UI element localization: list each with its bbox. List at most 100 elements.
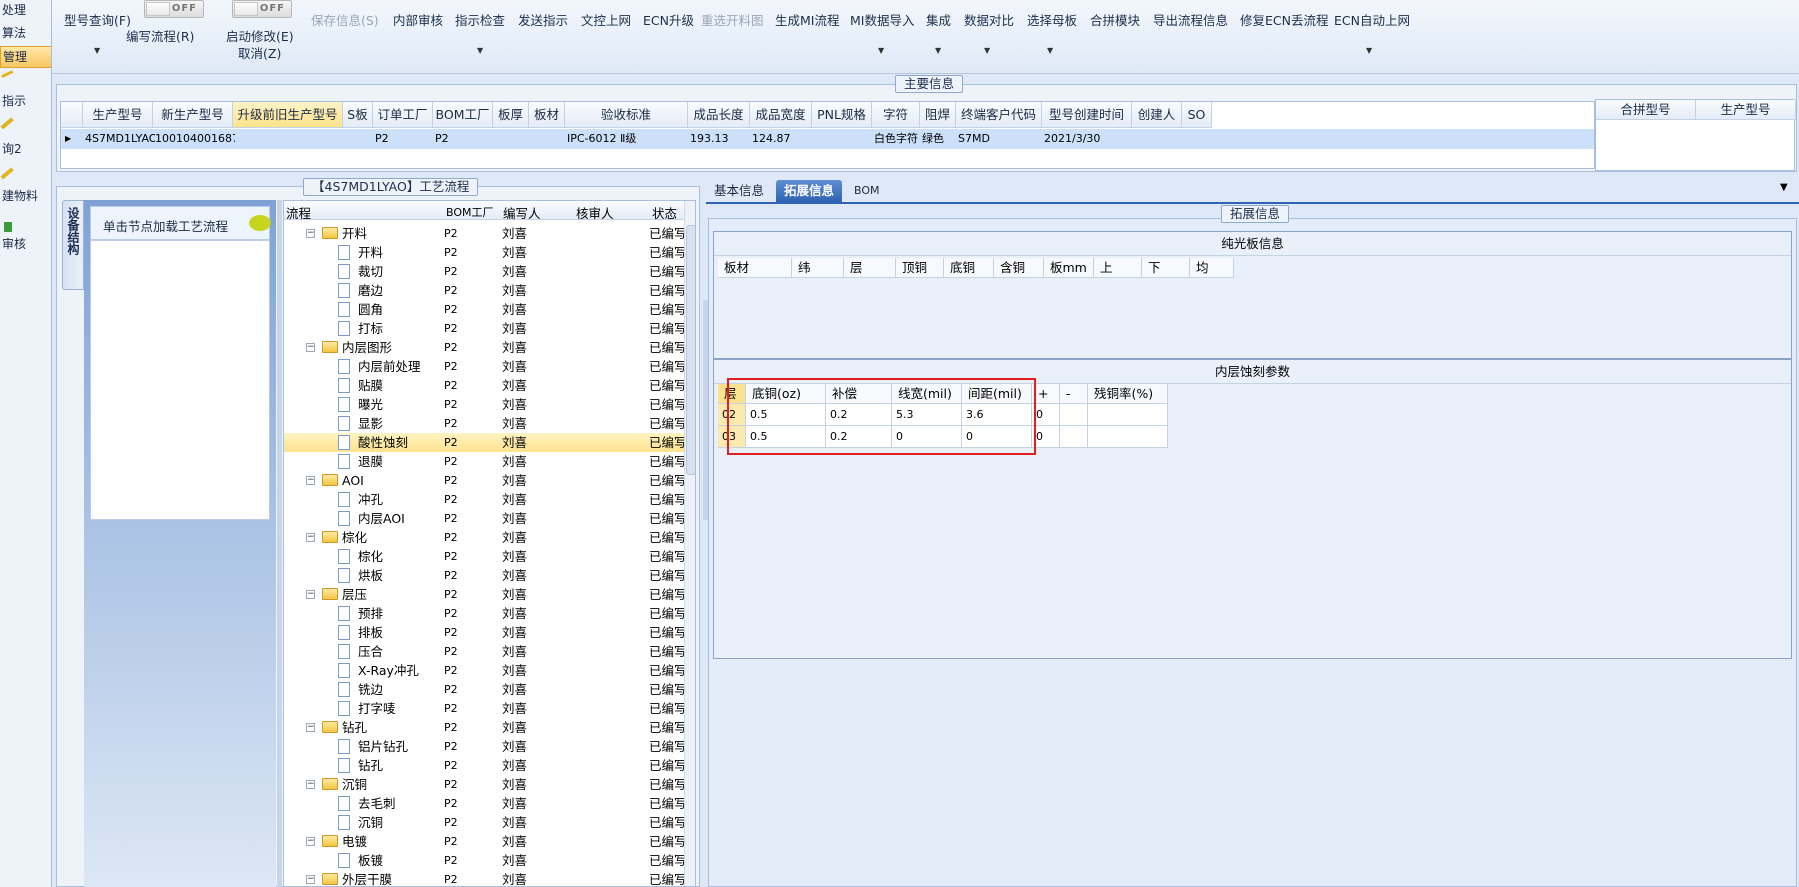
chevron-down-icon[interactable]: ▼ (1366, 46, 1372, 55)
write-flow-toggle[interactable]: OFF (144, 0, 204, 18)
save-info-button[interactable]: 保存信息(S) (311, 10, 379, 29)
tree-scrollbar[interactable] (684, 201, 695, 886)
expander-minus-icon[interactable]: − (306, 780, 315, 789)
chevron-down-icon[interactable]: ▼ (935, 46, 941, 55)
tree-row[interactable]: 板镀 P2 刘喜 已编写 (284, 851, 695, 870)
tree-row[interactable]: 钻孔 P2 刘喜 已编写 (284, 756, 695, 775)
column-header[interactable]: 字符 (872, 102, 920, 128)
tree-row[interactable]: 沉铜 P2 刘喜 已编写 (284, 813, 695, 832)
column-header[interactable]: PNL规格 (812, 102, 872, 128)
light-board-column-header[interactable]: 板材 (718, 258, 792, 278)
column-header[interactable]: 板厚 (493, 102, 529, 128)
tree-row[interactable]: − 外层干膜 P2 刘喜 已编写 (284, 870, 695, 886)
chevron-down-icon[interactable]: ▼ (94, 46, 100, 55)
tree-row[interactable]: 曝光 P2 刘喜 已编写 (284, 395, 695, 414)
etch-cell[interactable]: 02 (718, 404, 746, 426)
tree-row[interactable]: 打标 P2 刘喜 已编写 (284, 319, 695, 338)
tree-row[interactable]: − 开料 P2 刘喜 已编写 (284, 224, 695, 243)
tree-row[interactable]: 铝片钻孔 P2 刘喜 已编写 (284, 737, 695, 756)
column-header[interactable]: 新生产型号 (153, 102, 233, 128)
nav-item-instruction[interactable]: 指示 (2, 92, 26, 109)
column-header[interactable]: SO (1182, 102, 1212, 128)
expander-minus-icon[interactable]: − (306, 723, 315, 732)
column-header[interactable]: 型号创建时间 (1042, 102, 1132, 128)
light-board-column-header[interactable]: 下 (1142, 258, 1190, 278)
tree-row[interactable]: − 电镀 P2 刘喜 已编写 (284, 832, 695, 851)
expander-minus-icon[interactable]: − (306, 875, 315, 884)
expander-minus-icon[interactable]: − (306, 533, 315, 542)
chevron-down-icon[interactable]: ▼ (1047, 46, 1053, 55)
reselect-cut-button[interactable]: 重选开料图 (701, 10, 764, 29)
etch-cell[interactable]: 0.5 (746, 404, 826, 426)
tree-row[interactable]: 棕化 P2 刘喜 已编写 (284, 547, 695, 566)
etch-column-header[interactable]: 底铜(oz) (746, 384, 826, 404)
device-structure-tab[interactable]: 设备结构 (62, 200, 84, 290)
nav-item-review[interactable]: 审核 (2, 235, 26, 252)
light-board-column-header[interactable]: 上 (1094, 258, 1142, 278)
send-instruction-button[interactable]: 发送指示 (518, 10, 568, 29)
expander-minus-icon[interactable]: − (306, 229, 315, 238)
fix-ecn-flow-button[interactable]: 修复ECN丢流程 (1240, 10, 1328, 29)
tree-row[interactable]: − 内层图形 P2 刘喜 已编写 (284, 338, 695, 357)
internal-review-button[interactable]: 内部审核 (393, 10, 443, 29)
chevron-down-icon[interactable]: ▼ (984, 46, 990, 55)
tree-row[interactable]: 内层AOI P2 刘喜 已编写 (284, 509, 695, 528)
tree-row[interactable]: 开料 P2 刘喜 已编写 (284, 243, 695, 262)
tab-extended-info[interactable]: 拓展信息 (776, 180, 843, 202)
ecn-auto-online-button[interactable]: ECN自动上网 (1334, 10, 1410, 29)
tree-row[interactable]: 烘板 P2 刘喜 已编写 (284, 566, 695, 585)
column-header[interactable]: 创建人 (1132, 102, 1182, 128)
light-board-column-header[interactable]: 纬 (792, 258, 844, 278)
column-header[interactable]: 板材 (529, 102, 565, 128)
write-flow-button[interactable]: 编写流程(R) (126, 26, 194, 45)
mi-import-button[interactable]: MI数据导入 (850, 10, 914, 29)
etch-cell[interactable] (1060, 426, 1088, 448)
merge-module-button[interactable]: 合拼模块 (1090, 10, 1140, 29)
etch-cell[interactable]: 0 (1032, 404, 1060, 426)
column-header[interactable]: 订单工厂 (373, 102, 433, 128)
tree-row[interactable]: 裁切 P2 刘喜 已编写 (284, 262, 695, 281)
tree-row[interactable]: 圆角 P2 刘喜 已编写 (284, 300, 695, 319)
expander-minus-icon[interactable]: − (306, 590, 315, 599)
tree-row[interactable]: − 层压 P2 刘喜 已编写 (284, 585, 695, 604)
etch-cell[interactable]: 0 (962, 426, 1032, 448)
column-header[interactable]: BOM工厂 (433, 102, 493, 128)
load-flow-button[interactable]: 单击节点加载工艺流程 (90, 206, 271, 240)
etch-cell[interactable]: 0.2 (826, 404, 892, 426)
column-header[interactable]: 终端客户代码 (956, 102, 1042, 128)
cancel-button[interactable]: 取消(Z) (238, 43, 281, 62)
select-mother-board-button[interactable]: 选择母板 (1027, 10, 1077, 29)
expander-minus-icon[interactable]: − (306, 343, 315, 352)
etch-cell[interactable] (1060, 404, 1088, 426)
etch-cell[interactable] (1088, 404, 1168, 426)
etch-cell[interactable]: 0.2 (826, 426, 892, 448)
doc-online-button[interactable]: 文控上网 (581, 10, 631, 29)
etch-column-header[interactable]: 补偿 (826, 384, 892, 404)
splitter[interactable] (703, 300, 708, 520)
column-header[interactable]: 阻焊 (920, 102, 956, 128)
tree-row[interactable]: 内层前处理 P2 刘喜 已编写 (284, 357, 695, 376)
tree-row[interactable]: 铣边 P2 刘喜 已编写 (284, 680, 695, 699)
column-header[interactable]: 生产型号 (83, 102, 153, 128)
chevron-down-icon[interactable]: ▼ (878, 46, 884, 55)
expander-minus-icon[interactable]: − (306, 837, 315, 846)
light-board-column-header[interactable]: 底铜 (944, 258, 994, 278)
nav-item-management[interactable]: 管理 (0, 46, 51, 68)
splitter[interactable] (277, 200, 282, 887)
tree-row[interactable]: − AOI P2 刘喜 已编写 (284, 471, 695, 490)
etch-column-header[interactable]: 层 (718, 384, 746, 404)
chevron-down-icon[interactable]: ▼ (477, 46, 483, 55)
light-board-column-header[interactable]: 层 (844, 258, 896, 278)
tree-row[interactable]: 显影 P2 刘喜 已编写 (284, 414, 695, 433)
tree-row[interactable]: 贴膜 P2 刘喜 已编写 (284, 376, 695, 395)
tree-row[interactable]: 去毛刺 P2 刘喜 已编写 (284, 794, 695, 813)
etch-cell[interactable]: 03 (718, 426, 746, 448)
tree-row[interactable]: X-Ray冲孔 P2 刘喜 已编写 (284, 661, 695, 680)
export-flow-button[interactable]: 导出流程信息 (1153, 10, 1228, 29)
etch-column-header[interactable]: + (1032, 384, 1060, 404)
tree-row[interactable]: 压合 P2 刘喜 已编写 (284, 642, 695, 661)
column-header[interactable]: 升级前旧生产型号 (233, 102, 343, 128)
model-query-button[interactable]: 型号查询(F) (64, 10, 131, 29)
nav-item-process[interactable]: 处理 (2, 1, 26, 18)
tree-row[interactable]: 酸性蚀刻 P2 刘喜 已编写 (284, 433, 695, 452)
